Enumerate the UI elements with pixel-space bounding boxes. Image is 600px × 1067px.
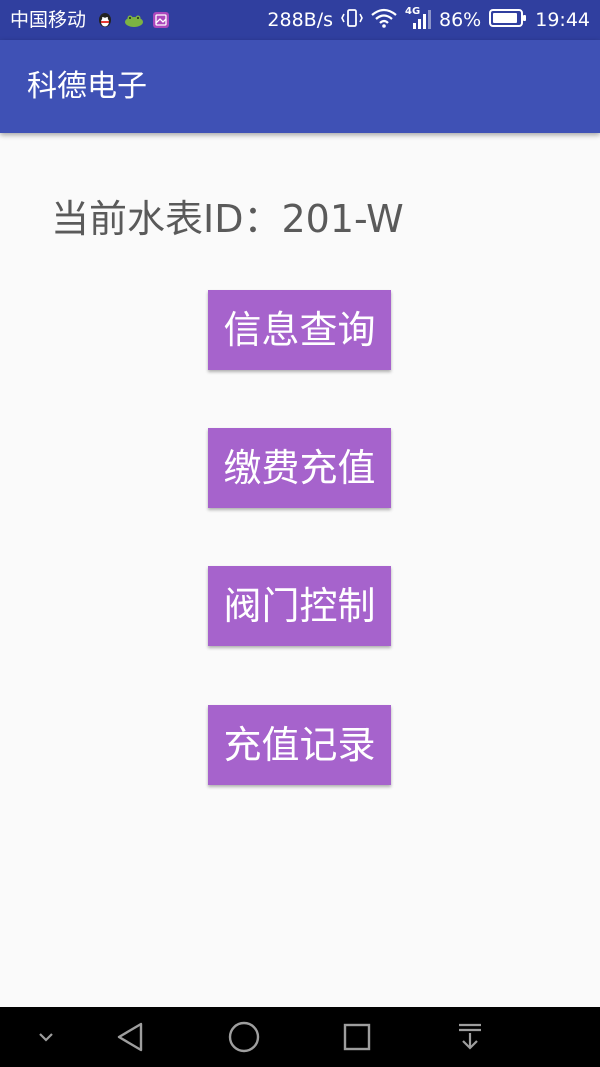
navigation-bar [0, 1007, 600, 1067]
meter-id-label: 当前水表ID： [51, 197, 282, 241]
status-bar-left: 中国移动 [10, 0, 170, 40]
qq-icon [96, 11, 114, 29]
info-query-button[interactable]: 信息查询 [208, 290, 391, 370]
app-title: 科德电子 [27, 69, 147, 104]
wifi-icon [371, 8, 397, 33]
clock: 19:44 [535, 9, 590, 31]
status-bar-right: 288B/s 4G 86% 19:44 [267, 0, 590, 40]
battery-icon [489, 8, 527, 33]
carrier-label: 中国移动 [10, 9, 87, 31]
battery-percent: 86% [439, 9, 482, 31]
back-icon[interactable] [108, 1007, 152, 1067]
net-speed: 288B/s [267, 9, 333, 31]
recharge-record-button[interactable]: 充值记录 [208, 705, 391, 785]
frog-app-icon [124, 11, 144, 29]
valve-control-button[interactable]: 阀门控制 [208, 566, 391, 646]
notification-pull-icon[interactable] [448, 1007, 492, 1067]
signal-icon: 4G [405, 6, 431, 32]
gallery-icon [152, 11, 170, 29]
app-bar: 科德电子 [0, 40, 600, 133]
meter-id-value: 201-W [281, 197, 404, 241]
recharge-button[interactable]: 缴费充值 [208, 428, 391, 508]
home-icon[interactable] [222, 1007, 266, 1067]
status-bar: 中国移动 288B/s 4G 86% 19:44 [0, 0, 600, 40]
meter-id-line: 当前水表ID：201-W [51, 188, 404, 243]
collapse-icon[interactable] [26, 1007, 66, 1067]
vibrate-icon [341, 8, 363, 33]
recents-icon[interactable] [335, 1007, 379, 1067]
